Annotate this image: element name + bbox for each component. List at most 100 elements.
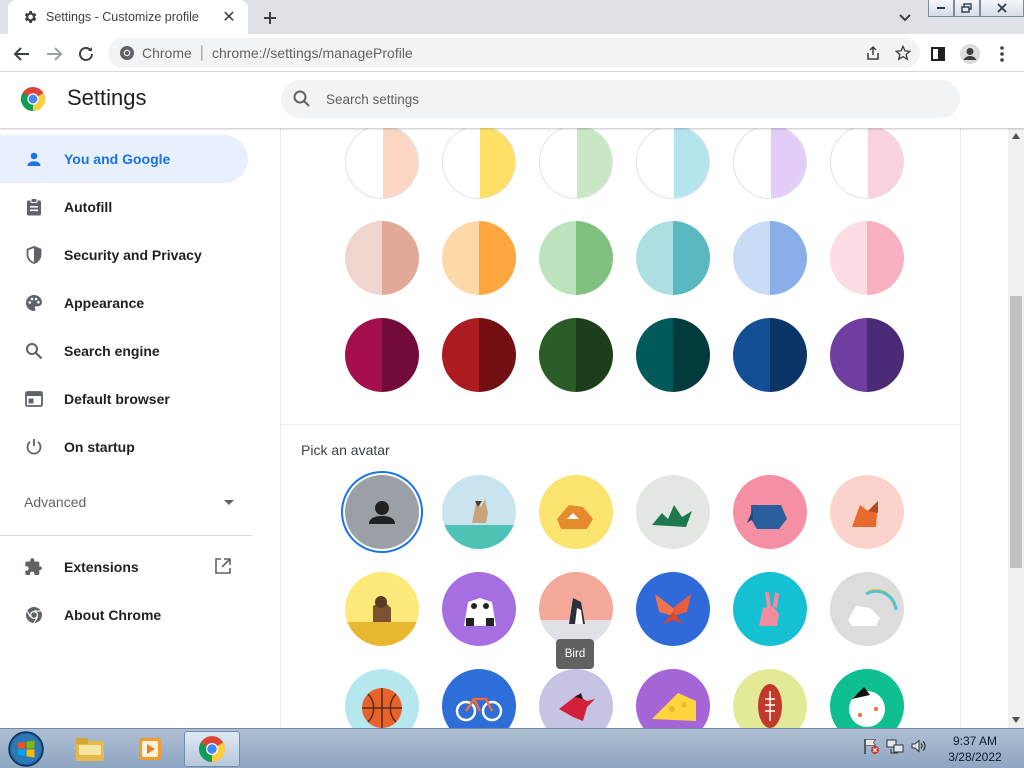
settings-search-box[interactable] <box>281 80 960 118</box>
sidebar-item-on-startup[interactable]: On startup <box>0 423 248 471</box>
theme-color-swatch[interactable] <box>830 128 904 199</box>
theme-color-swatch[interactable] <box>830 221 904 295</box>
chrome-logo-icon <box>20 87 46 111</box>
rabbit-avatar[interactable] <box>733 572 807 646</box>
theme-color-swatch[interactable] <box>636 221 710 295</box>
taskbar-explorer[interactable] <box>62 731 118 767</box>
windows-logo-icon <box>8 731 44 767</box>
theme-color-swatch[interactable] <box>636 128 710 199</box>
sidebar-item-label: Search engine <box>64 343 160 359</box>
theme-color-swatch[interactable] <box>345 221 419 295</box>
sidebar-item-you-and-google[interactable]: You and Google <box>0 135 248 183</box>
swatch-left-half <box>636 221 673 295</box>
theme-color-swatch[interactable] <box>345 318 419 392</box>
search-icon <box>292 89 312 109</box>
cheese-avatar[interactable] <box>636 669 710 728</box>
swatch-right-half <box>770 318 807 392</box>
restore-icon[interactable] <box>954 0 980 17</box>
browser-window-icon <box>24 389 44 409</box>
window-close-icon[interactable] <box>980 0 1024 17</box>
settings-title: Settings <box>67 85 147 110</box>
sidebar-item-search-engine[interactable]: Search engine <box>0 327 248 375</box>
sidebar-item-label: About Chrome <box>64 607 162 623</box>
sidebar-item-default-browser[interactable]: Default browser <box>0 375 248 423</box>
scrollbar-thumb[interactable] <box>1010 296 1022 568</box>
bike-avatar[interactable] <box>442 669 516 728</box>
theme-color-swatch[interactable] <box>733 318 807 392</box>
swatch-right-half <box>771 128 806 198</box>
theme-color-swatch[interactable] <box>539 221 613 295</box>
theme-color-swatch[interactable] <box>830 318 904 392</box>
swatch-left-half <box>733 318 770 392</box>
scroll-down-arrow-icon[interactable] <box>1012 716 1020 724</box>
back-icon[interactable] <box>9 41 35 67</box>
fox-avatar[interactable] <box>830 475 904 549</box>
dragon-avatar[interactable] <box>636 475 710 549</box>
theme-color-swatch[interactable] <box>345 128 419 199</box>
page-scrollbar[interactable] <box>1008 128 1024 728</box>
profile-avatar-icon[interactable] <box>957 41 983 67</box>
scroll-up-arrow-icon[interactable] <box>1012 132 1020 140</box>
pick-avatar-heading: Pick an avatar <box>301 442 390 458</box>
monkey-avatar[interactable] <box>345 572 419 646</box>
theme-color-swatch[interactable] <box>539 128 613 199</box>
reload-icon[interactable] <box>73 41 99 67</box>
penguin-avatar[interactable] <box>539 572 613 646</box>
sidebar-item-extensions[interactable]: Extensions <box>0 543 248 591</box>
network-icon[interactable] <box>886 737 904 755</box>
taskbar-clock[interactable]: 9:37 AM 3/28/2022 <box>940 733 1010 765</box>
sidebar-item-label: On startup <box>64 439 135 455</box>
theme-color-swatch[interactable] <box>539 318 613 392</box>
theme-color-swatch[interactable] <box>442 128 516 199</box>
tab-search-chevron-icon[interactable] <box>894 7 916 29</box>
unicorn-avatar[interactable] <box>830 572 904 646</box>
swatch-left-half <box>539 318 576 392</box>
swatch-right-half <box>867 221 904 295</box>
sidebar-item-autofill[interactable]: Autofill <box>0 183 248 231</box>
corgi-avatar[interactable] <box>539 475 613 549</box>
basketball-avatar[interactable] <box>345 669 419 728</box>
volume-icon[interactable] <box>910 737 928 755</box>
theme-color-swatch[interactable] <box>442 221 516 295</box>
share-icon[interactable] <box>860 40 886 66</box>
theme-color-swatch[interactable] <box>733 221 807 295</box>
sidebar-item-security-and-privacy[interactable]: Security and Privacy <box>0 231 248 279</box>
search-input[interactable] <box>326 91 926 107</box>
panda-avatar[interactable] <box>442 572 516 646</box>
tab-strip: Settings - Customize profile ✕ <box>0 0 1024 34</box>
clipboard-icon <box>24 197 44 217</box>
forward-icon[interactable] <box>41 41 67 67</box>
football-avatar[interactable] <box>733 669 807 728</box>
sidebar-divider <box>0 535 252 536</box>
avatar-art <box>759 592 779 626</box>
omnibox-url[interactable]: chrome://settings/manageProfile <box>212 45 860 61</box>
swatch-right-half <box>480 128 515 198</box>
bird-avatar[interactable] <box>539 669 613 728</box>
browser-tab[interactable]: Settings - Customize profile ✕ <box>8 0 248 34</box>
tab-close-icon[interactable]: ✕ <box>220 8 238 26</box>
butterfly-avatar[interactable] <box>636 572 710 646</box>
theme-color-swatch[interactable] <box>733 128 807 199</box>
bookmark-star-icon[interactable] <box>890 40 916 66</box>
theme-color-swatch[interactable] <box>442 318 516 392</box>
sidebar-item-about-chrome[interactable]: About Chrome <box>0 591 248 639</box>
start-button[interactable] <box>4 730 48 768</box>
avatar-art <box>539 598 613 646</box>
sushi-avatar[interactable] <box>830 669 904 728</box>
minimize-icon[interactable] <box>928 0 954 17</box>
taskbar-chrome[interactable] <box>184 731 240 767</box>
sidebar-advanced-toggle[interactable]: Advanced <box>24 482 234 522</box>
clock-time: 9:37 AM <box>952 734 998 748</box>
more-menu-icon[interactable] <box>989 41 1015 67</box>
elephant-avatar[interactable] <box>733 475 807 549</box>
action-center-flag-icon[interactable] <box>862 737 880 755</box>
avatar-art <box>559 693 595 721</box>
sidebar-item-appearance[interactable]: Appearance <box>0 279 248 327</box>
address-bar[interactable]: Chrome | chrome://settings/manageProfile <box>108 38 920 68</box>
cat-avatar[interactable] <box>442 475 516 549</box>
default-avatar[interactable] <box>345 475 419 549</box>
new-tab-icon[interactable] <box>258 6 282 30</box>
taskbar-media-player[interactable] <box>122 731 178 767</box>
side-panel-icon[interactable] <box>925 41 951 67</box>
theme-color-swatch[interactable] <box>636 318 710 392</box>
